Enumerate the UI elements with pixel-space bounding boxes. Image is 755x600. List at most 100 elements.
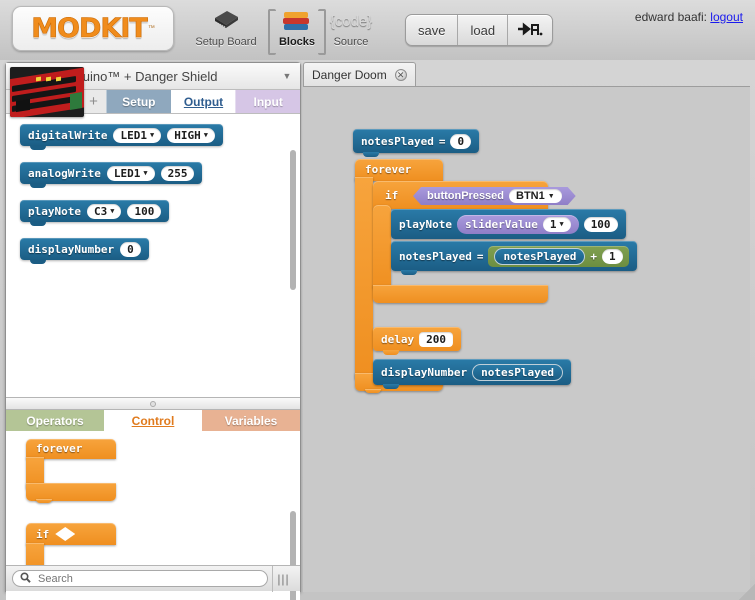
block-label: playNote [28, 204, 81, 218]
block-label: if [36, 527, 50, 541]
field-button[interactable]: BTN1 ▼ [509, 189, 562, 203]
board-display-chip [16, 98, 30, 113]
load-button[interactable]: load [458, 15, 509, 45]
user-name: edward baafi: [634, 10, 707, 24]
toolbar-label-blocks: Blocks [278, 36, 316, 48]
operator-symbol: + [590, 249, 597, 263]
field-pin[interactable]: LED1 ▼ [106, 165, 155, 181]
board-led-2 [46, 76, 51, 82]
block-increment-variable[interactable]: notesPlayed = notesPlayed + 1 [391, 241, 637, 275]
window-resize-corner[interactable] [739, 584, 755, 600]
if-label: if [385, 189, 399, 202]
field-duration[interactable]: 100 [127, 203, 162, 219]
boolean-slot[interactable] [55, 527, 76, 541]
panel-resize-grip[interactable]: ||| [272, 565, 294, 592]
tab-variables[interactable]: Variables [202, 410, 300, 431]
script-canvas[interactable]: notesPlayed = 0 forever if buttonPressed… [303, 86, 750, 592]
search-field-wrapper[interactable] [12, 570, 268, 587]
search-bar: ||| [6, 565, 300, 592]
canvas-tab-label: Danger Doom [312, 67, 387, 82]
canvas-tab-danger-doom[interactable]: Danger Doom ✕ [303, 62, 416, 86]
toolbar-item-source[interactable]: {code} Source [318, 7, 384, 54]
field-number[interactable]: 0 [120, 241, 141, 257]
field-duration[interactable]: 100 [583, 216, 618, 232]
field-value[interactable]: 0 [450, 133, 472, 149]
output-palette-scrollbar[interactable] [290, 150, 296, 290]
tab-control[interactable]: Control [104, 410, 202, 431]
category-tab-bar: Operators Control Variables [6, 410, 300, 431]
block-delay[interactable]: delay 200 [373, 327, 461, 355]
board-led-1 [36, 76, 41, 82]
output-block-palette[interactable]: digitalWrite LED1 ▼ HIGH ▼ analogWrite LED… [6, 114, 300, 397]
export-button[interactable] [508, 15, 552, 45]
tab-operators[interactable]: Operators [6, 410, 104, 431]
variable-name: notesPlayed [361, 134, 434, 148]
forever-label: forever [365, 163, 412, 176]
modkit-logo[interactable]: MODKIT ™ [12, 6, 174, 51]
field-pin[interactable]: LED1 ▼ [113, 127, 162, 143]
board-green-connector [70, 92, 82, 110]
block-label: displayNumber [28, 242, 115, 256]
block-label: digitalWrite [28, 128, 108, 142]
user-bar: edward baafi: logout [635, 10, 743, 24]
block-label: analogWrite [28, 166, 101, 180]
left-panel: Arduino™ + Danger Shield ▼ + Setup Outpu… [5, 62, 301, 600]
logo-trademark: ™ [147, 25, 155, 32]
field-state[interactable]: HIGH ▼ [167, 127, 215, 143]
chevron-down-icon: ▼ [110, 207, 115, 215]
code-icon: {code} [330, 7, 373, 35]
block-displaynumber[interactable]: displayNumber notesPlayed [373, 359, 571, 389]
toolbar-label-source: Source [333, 36, 369, 48]
block-label: delay [381, 332, 415, 346]
tab-output[interactable]: Output [170, 90, 236, 113]
toolbar-label-setup-board: Setup Board [195, 36, 257, 48]
field-delay-ms[interactable]: 200 [419, 331, 453, 347]
palette-splitter[interactable] [6, 397, 300, 410]
palette-block-playnote[interactable]: playNote C3 ▼ 100 [20, 200, 170, 226]
logo-wordmark: MODKIT [31, 13, 148, 45]
block-label: playNote [399, 217, 452, 231]
chevron-down-icon: ▼ [559, 220, 564, 228]
export-arrow-a-icon [517, 20, 543, 41]
field-operand-b[interactable]: 1 [601, 248, 623, 264]
top-toolbar: MODKIT ™ Setup Board Blocks {code} Sourc… [0, 0, 755, 60]
code-glyph: {code} [329, 12, 373, 30]
field-value[interactable]: 255 [160, 165, 195, 181]
modkit-app: MODKIT ™ Setup Board Blocks {code} Sourc… [0, 0, 755, 600]
palette-block-forever[interactable]: forever [26, 439, 116, 503]
palette-block-displaynumber[interactable]: displayNumber 0 [20, 238, 149, 264]
logout-link[interactable]: logout [710, 10, 743, 24]
chevron-down-icon: ▼ [203, 131, 208, 139]
board-led-3 [56, 76, 61, 82]
toolbar-item-setup-board[interactable]: Setup Board [191, 7, 261, 54]
reporter-slidervalue[interactable]: sliderValue 1 ▼ [456, 214, 579, 234]
block-set-variable[interactable]: notesPlayed = 0 [353, 129, 480, 157]
block-label: displayNumber [381, 365, 468, 379]
chevron-down-icon: ▼ [143, 169, 148, 177]
variable-reporter[interactable]: notesPlayed [472, 363, 563, 381]
chip-icon [211, 7, 241, 35]
splitter-grip-icon [150, 400, 156, 407]
tab-input[interactable]: Input [235, 90, 301, 113]
block-label: forever [36, 442, 83, 455]
reporter-label: sliderValue [464, 217, 538, 231]
palette-block-analogwrite[interactable]: analogWrite LED1 ▼ 255 [20, 162, 203, 188]
tab-setup[interactable]: Setup [106, 90, 171, 113]
reporter-buttonpressed[interactable]: buttonPressed BTN1 ▼ [413, 187, 576, 205]
chevron-down-icon: ▼ [547, 192, 555, 200]
palette-block-digitalwrite[interactable]: digitalWrite LED1 ▼ HIGH ▼ [20, 124, 223, 150]
close-icon[interactable]: ✕ [394, 68, 407, 81]
search-input[interactable] [36, 571, 260, 586]
reporter-label: buttonPressed [427, 190, 505, 202]
blocks-icon [280, 7, 314, 35]
board-thumbnail[interactable] [10, 67, 84, 117]
save-button[interactable]: save [406, 15, 459, 45]
variable-reporter[interactable]: notesPlayed [494, 247, 586, 265]
variable-name: notesPlayed [399, 249, 472, 263]
field-slider-index[interactable]: 1 ▼ [542, 216, 571, 232]
chevron-down-icon[interactable]: ▼ [274, 71, 300, 81]
operator-add[interactable]: notesPlayed + 1 [488, 245, 629, 267]
field-note[interactable]: C3 ▼ [86, 203, 122, 219]
file-button-group: save load [405, 14, 554, 46]
block-playnote[interactable]: playNote sliderValue 1 ▼ 100 [391, 209, 626, 239]
